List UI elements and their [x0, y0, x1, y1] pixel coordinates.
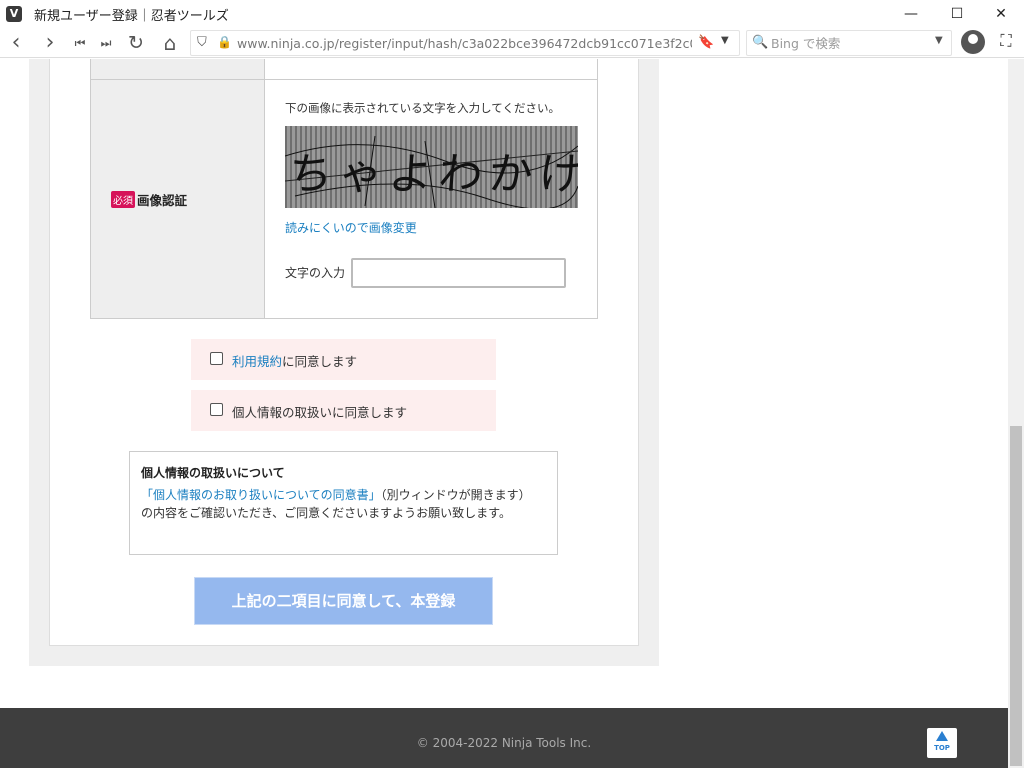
back-to-top-button[interactable]: TOP: [927, 728, 957, 758]
footer: © 2004-2022 Ninja Tools Inc. TOP: [0, 708, 1008, 768]
top-label: TOP: [934, 744, 950, 752]
profile-icon[interactable]: [961, 30, 985, 54]
scrollbar-thumb[interactable]: [1010, 426, 1022, 766]
change-image-link[interactable]: 読みにくいので画像変更: [285, 219, 417, 236]
search-bar[interactable]: 🔍 ▼: [746, 30, 952, 56]
search-input[interactable]: [771, 34, 931, 52]
navigation-bar: ‹ › ⏮ ⏭ ↻ ⌂ ⛉ 🔒 www.ninja.co.jp/register…: [0, 28, 1024, 58]
lock-icon: 🔒: [217, 35, 232, 49]
terms-checkbox[interactable]: [210, 352, 223, 365]
privacy-agreement[interactable]: 個人情報の取扱いに同意します: [191, 390, 496, 431]
window-title: 新規ユーザー登録｜忍者ツールズ: [34, 9, 229, 24]
captcha-input[interactable]: [351, 258, 566, 288]
fullscreen-icon[interactable]: ⛶: [996, 31, 1016, 51]
privacy-notice-title: 個人情報の取扱いについて: [141, 466, 285, 480]
arrow-up-icon: [936, 731, 948, 741]
shield-icon[interactable]: ⛉: [197, 35, 207, 50]
title-bar: V 新規ユーザー登録｜忍者ツールズ — ☐ ✕: [0, 0, 1024, 28]
form-row-header: [91, 59, 265, 79]
privacy-checkbox[interactable]: [210, 403, 223, 416]
reload-button[interactable]: ↻: [124, 31, 148, 55]
search-icon[interactable]: 🔍: [752, 35, 768, 50]
fast-forward-button[interactable]: ⏭: [94, 31, 118, 55]
bookmark-icon[interactable]: 🔖: [698, 35, 714, 50]
chevron-down-icon[interactable]: ▼: [721, 35, 729, 46]
form-row: [91, 59, 597, 80]
copyright-text: © 2004-2022 Ninja Tools Inc.: [416, 736, 592, 750]
minimize-button[interactable]: —: [888, 0, 934, 28]
terms-label: 利用規約に同意します: [232, 351, 357, 370]
terms-agreement[interactable]: 利用規約に同意します: [191, 339, 496, 380]
form-row-header: 必須 画像認証: [91, 80, 265, 318]
forward-button[interactable]: ›: [38, 31, 62, 55]
captcha-image: ちゃよわかけ: [285, 126, 578, 208]
chevron-down-icon[interactable]: ▼: [935, 35, 943, 46]
captcha-instruction: 下の画像に表示されている文字を入力してください。: [285, 101, 560, 115]
rewind-button[interactable]: ⏮: [68, 31, 92, 55]
address-bar[interactable]: ⛉ 🔒 www.ninja.co.jp/register/input/hash/…: [190, 30, 740, 56]
terms-suffix: に同意します: [282, 354, 358, 369]
registration-form-table: 必須 画像認証 下の画像に表示されている文字を入力してください。 ちゃよわかけ …: [90, 59, 598, 319]
back-button[interactable]: ‹: [4, 31, 28, 55]
privacy-consent-link[interactable]: 「個人情報のお取り扱いについての同意書」: [141, 488, 381, 502]
captcha-input-label: 文字の入力: [285, 266, 346, 280]
close-button[interactable]: ✕: [978, 0, 1024, 28]
maximize-button[interactable]: ☐: [934, 0, 980, 28]
page-content: 必須 画像認証 下の画像に表示されている文字を入力してください。 ちゃよわかけ …: [0, 59, 1024, 768]
privacy-notice: 個人情報の取扱いについて 「個人情報のお取り扱いについての同意書」（別ウィンドウ…: [129, 451, 558, 555]
register-button[interactable]: 上記の二項目に同意して、本登録: [194, 577, 493, 625]
terms-link[interactable]: 利用規約: [232, 354, 282, 369]
browser-logo-icon: V: [6, 6, 22, 22]
captcha-characters: ちゃよわかけ: [286, 149, 578, 200]
privacy-notice-body: 「個人情報のお取り扱いについての同意書」（別ウィンドウが開きます）の内容をご確認…: [141, 486, 531, 522]
home-button[interactable]: ⌂: [158, 31, 182, 55]
url-text[interactable]: www.ninja.co.jp/register/input/hash/c3a0…: [237, 36, 692, 51]
privacy-label: 個人情報の取扱いに同意します: [232, 405, 408, 420]
required-badge: 必須: [111, 191, 135, 208]
captcha-label: 画像認証: [137, 193, 188, 208]
